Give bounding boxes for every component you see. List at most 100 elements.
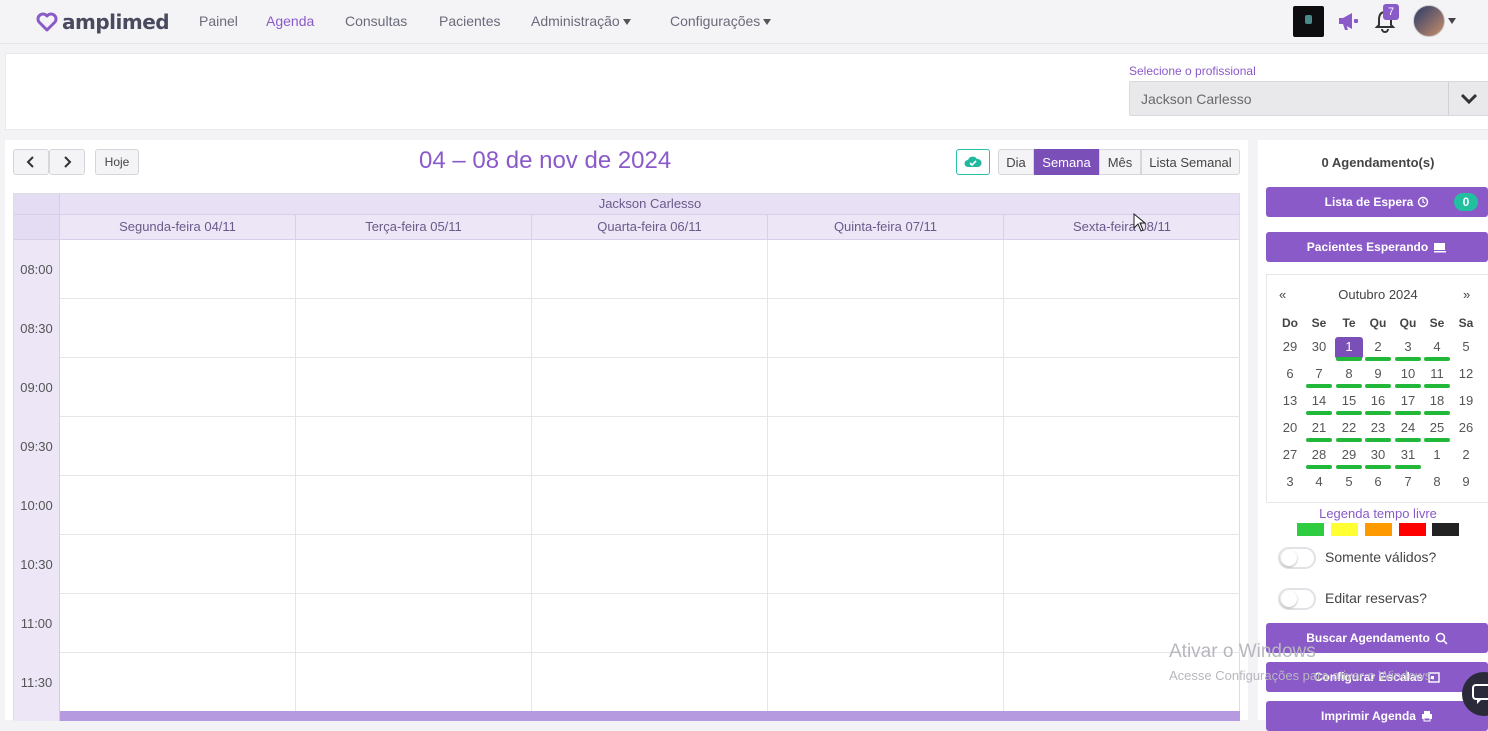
professional-select[interactable]: Jackson Carlesso	[1129, 81, 1488, 116]
mini-cal-day[interactable]: 21	[1305, 418, 1333, 442]
waiting-list-button[interactable]: Lista de Espera 0	[1266, 187, 1488, 217]
mini-cal-day[interactable]: 8	[1423, 472, 1451, 494]
mini-cal-next[interactable]: »	[1463, 287, 1470, 302]
mini-cal-day[interactable]: 8	[1335, 364, 1363, 388]
professional-label: Selecione o profissional	[1129, 64, 1256, 78]
mini-cal-day[interactable]: 12	[1452, 364, 1480, 386]
day-header-wednesday[interactable]: Quarta-feira 06/11	[532, 215, 768, 239]
heart-logo-icon	[36, 12, 58, 32]
mini-cal-day[interactable]: 9	[1364, 364, 1392, 388]
ticket-icon	[1434, 243, 1447, 253]
mini-cal-availability-bar	[1365, 438, 1391, 442]
edit-reservations-toggle[interactable]	[1278, 588, 1316, 610]
print-schedule-label: Imprimir Agenda	[1321, 709, 1416, 723]
mini-cal-day[interactable]: 29	[1276, 337, 1304, 359]
mini-cal-day[interactable]: 17	[1394, 391, 1422, 415]
column-divider	[1003, 240, 1004, 721]
mini-cal-day[interactable]: 14	[1305, 391, 1333, 415]
search-icon	[1435, 632, 1448, 645]
professional-selected-value: Jackson Carlesso	[1141, 91, 1252, 107]
mini-cal-day[interactable]: 6	[1364, 472, 1392, 494]
print-schedule-button[interactable]: Imprimir Agenda	[1266, 701, 1488, 731]
mini-cal-day[interactable]: 13	[1276, 391, 1304, 413]
mini-cal-day[interactable]: 2	[1452, 445, 1480, 467]
mini-cal-day[interactable]: 30	[1305, 337, 1333, 359]
day-header-tuesday[interactable]: Terça-feira 05/11	[296, 215, 532, 239]
prev-week-button[interactable]	[13, 149, 49, 175]
day-header-friday[interactable]: Sexta-feira 08/11	[1004, 215, 1240, 239]
caret-down-icon[interactable]	[1448, 18, 1456, 24]
view-day-button[interactable]: Dia	[998, 149, 1034, 175]
nav-item-agenda[interactable]: Agenda	[266, 13, 314, 29]
edit-reservations-label: Editar reservas?	[1325, 590, 1427, 606]
waiting-list-label: Lista de Espera	[1324, 195, 1414, 209]
mini-cal-day[interactable]: 31	[1394, 445, 1422, 469]
professional-dropdown-button[interactable]	[1448, 82, 1488, 115]
days-header-row: Segunda-feira 04/11 Terça-feira 05/11 Qu…	[14, 214, 1239, 240]
mini-cal-availability-bar	[1306, 465, 1332, 469]
mini-cal-day[interactable]: 26	[1452, 418, 1480, 440]
legend-swatch-red	[1399, 523, 1426, 536]
view-weekly-list-button[interactable]: Lista Semanal	[1141, 149, 1240, 175]
mini-cal-day[interactable]: 4	[1305, 472, 1333, 494]
mini-cal-day[interactable]: 22	[1335, 418, 1363, 442]
mini-cal-day[interactable]: 25	[1423, 418, 1451, 442]
brand-name: amplimed	[62, 10, 170, 34]
mini-cal-day[interactable]: 3	[1276, 472, 1304, 494]
appointments-count: 0 Agendamento(s)	[1321, 155, 1435, 170]
nav-item-configuracoes[interactable]: Configurações	[670, 13, 772, 29]
mini-cal-day[interactable]: 10	[1394, 364, 1422, 388]
next-week-button[interactable]	[49, 149, 85, 175]
mini-cal-day[interactable]: 27	[1276, 445, 1304, 467]
mini-cal-title[interactable]: Outubro 2024	[1267, 287, 1488, 302]
mini-cal-day[interactable]: 7	[1305, 364, 1333, 388]
user-avatar[interactable]	[1413, 5, 1445, 37]
mouse-cursor-icon	[1133, 213, 1147, 232]
waiting-list-count: 0	[1454, 193, 1478, 211]
mini-cal-weekday: Qu	[1399, 316, 1417, 330]
mini-cal-day[interactable]: 24	[1394, 418, 1422, 442]
mini-cal-day[interactable]: 3	[1394, 337, 1422, 361]
mini-calendar: « Outubro 2024 » Do Se Te Qu Qu Se Sa 29 30 1 2 3 4 5…	[1266, 274, 1488, 503]
clinic-thumbnail[interactable]	[1293, 6, 1324, 37]
mini-cal-day-selected[interactable]: 1	[1335, 337, 1363, 361]
only-valid-toggle[interactable]	[1278, 547, 1316, 569]
day-header-thursday[interactable]: Quinta-feira 07/11	[768, 215, 1004, 239]
chat-button[interactable]	[1462, 672, 1488, 716]
patients-waiting-button[interactable]: Pacientes Esperando	[1266, 232, 1488, 262]
mini-cal-day[interactable]: 28	[1305, 445, 1333, 469]
day-header-monday[interactable]: Segunda-feira 04/11	[60, 215, 296, 239]
nav-item-administracao[interactable]: Administração	[531, 13, 631, 29]
mini-cal-day[interactable]: 6	[1276, 364, 1304, 386]
row-divider	[60, 593, 1240, 594]
row-divider	[60, 534, 1240, 535]
mini-cal-day[interactable]: 7	[1394, 472, 1422, 494]
mini-cal-day[interactable]: 30	[1364, 445, 1392, 469]
mini-cal-day[interactable]: 16	[1364, 391, 1392, 415]
view-month-button[interactable]: Mês	[1099, 149, 1141, 175]
mini-cal-day[interactable]: 5	[1335, 472, 1363, 494]
brand-logo[interactable]: amplimed	[36, 8, 170, 36]
mini-cal-day[interactable]: 18	[1423, 391, 1451, 415]
mini-cal-day[interactable]: 9	[1452, 472, 1480, 494]
mini-cal-availability-bar	[1336, 465, 1362, 469]
today-button[interactable]: Hoje	[95, 149, 139, 175]
mini-cal-day[interactable]: 4	[1423, 337, 1451, 361]
mini-cal-day[interactable]: 19	[1452, 391, 1480, 413]
mini-cal-availability-bar	[1336, 384, 1362, 388]
mini-cal-day[interactable]: 1	[1423, 445, 1451, 467]
megaphone-icon[interactable]	[1336, 10, 1360, 32]
nav-item-painel[interactable]: Painel	[199, 13, 238, 29]
mini-cal-day[interactable]: 29	[1335, 445, 1363, 469]
mini-cal-day[interactable]: 15	[1335, 391, 1363, 415]
mini-cal-day[interactable]: 20	[1276, 418, 1304, 440]
mini-cal-day[interactable]: 2	[1364, 337, 1392, 361]
sync-cloud-button[interactable]	[956, 149, 990, 175]
view-week-button[interactable]: Semana	[1034, 149, 1099, 175]
time-label: 08:30	[14, 299, 60, 358]
nav-item-pacientes[interactable]: Pacientes	[439, 13, 500, 29]
mini-cal-day[interactable]: 5	[1452, 337, 1480, 359]
nav-item-consultas[interactable]: Consultas	[345, 13, 407, 29]
mini-cal-day[interactable]: 11	[1423, 364, 1451, 388]
mini-cal-day[interactable]: 23	[1364, 418, 1392, 442]
